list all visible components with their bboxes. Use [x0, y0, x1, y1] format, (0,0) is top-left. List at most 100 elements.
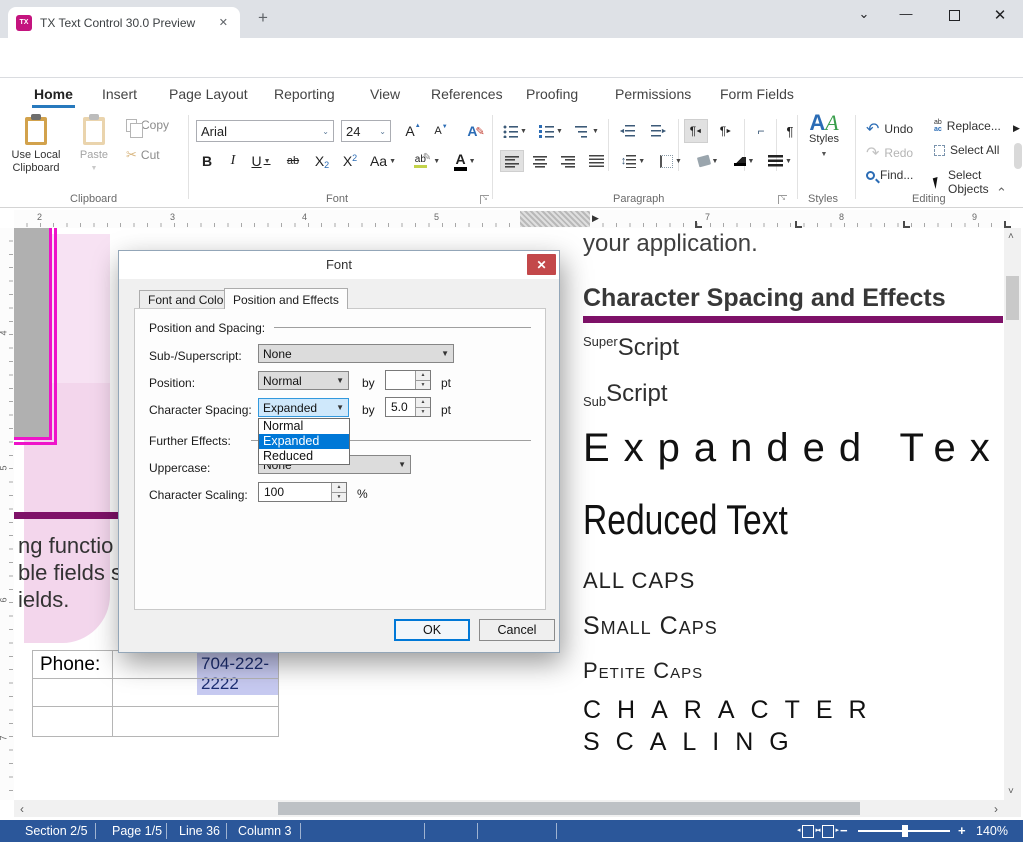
strikethrough-button[interactable]: ab — [280, 150, 306, 172]
dropdown-option-expanded[interactable]: Expanded — [259, 434, 349, 449]
autoformat-button[interactable]: A✎ — [464, 120, 488, 142]
fit-width-icon[interactable] — [822, 825, 834, 838]
left-to-right-button[interactable]: ¶◄ — [684, 119, 708, 143]
spinner-buttons[interactable]: ▲▼ — [331, 483, 346, 501]
align-justify-button[interactable] — [584, 150, 608, 172]
ok-button[interactable]: OK — [394, 619, 470, 641]
dialog-tab-position-effects[interactable]: Position and Effects — [224, 288, 348, 309]
position-dropdown[interactable]: Normal ▼ — [258, 371, 349, 390]
underline-button[interactable]: U▼ — [246, 150, 276, 172]
char-spacing-open-list[interactable]: Normal Expanded Reduced — [258, 418, 350, 465]
font-name-combobox[interactable]: Arial ⌄ — [196, 120, 334, 142]
redo-button[interactable]: ↷ Redo — [866, 143, 913, 163]
highlight-color-button[interactable]: ab✎▼ — [410, 150, 444, 172]
char-spacing-amount-value[interactable]: 5.0 — [386, 398, 415, 416]
vertical-scrollbar[interactable]: ˄ ˅ — [1004, 228, 1021, 800]
dialog-titlebar[interactable]: Font ✕ — [119, 251, 559, 279]
ruler-indent-arrow-icon[interactable]: ▶ — [592, 213, 599, 224]
dropdown-option-reduced[interactable]: Reduced — [259, 449, 349, 464]
fit-page-icon[interactable] — [802, 825, 814, 838]
table-cell[interactable]: 704-222-2222 — [112, 650, 279, 679]
horizontal-scroll-thumb[interactable] — [278, 802, 860, 815]
tab-search-chevron-icon[interactable]: ⌄ — [850, 6, 878, 22]
ribbon-tab-proofing[interactable]: Proofing — [524, 83, 580, 105]
vertical-scroll-thumb[interactable] — [1006, 276, 1019, 320]
status-section[interactable]: Section 2/5 — [25, 824, 88, 838]
window-close-button[interactable]: ✕ — [986, 6, 1014, 24]
shrink-font-button[interactable]: A▼ — [430, 120, 452, 142]
window-minimize-button[interactable]: — — [892, 6, 920, 21]
align-center-button[interactable] — [528, 150, 552, 172]
spinner-buttons[interactable]: ▲▼ — [415, 371, 430, 389]
decrease-indent-button[interactable]: ◄ — [614, 121, 640, 141]
scroll-right-icon[interactable]: › — [994, 802, 998, 816]
ribbon-tab-reporting[interactable]: Reporting — [272, 83, 337, 105]
dialog-tab-font-color[interactable]: Font and Color — [139, 290, 236, 310]
table-cell[interactable] — [32, 706, 113, 737]
select-objects-button[interactable]: Select Objects — [934, 168, 1023, 196]
char-scaling-spinner[interactable]: 100 ▲▼ — [258, 482, 347, 502]
browser-tab[interactable]: TX TX Text Control 30.0 Preview ✕ — [8, 7, 240, 38]
borders-button[interactable]: ▼ — [656, 150, 686, 172]
bullet-list-button[interactable]: ▼ — [500, 121, 530, 141]
scroll-up-icon[interactable]: ˄ — [1008, 231, 1014, 242]
spinner-buttons[interactable]: ▲▼ — [415, 398, 430, 416]
right-to-left-button[interactable]: ¶► — [714, 119, 738, 143]
horizontal-ruler[interactable]: 2 3 4 5 7 8 9 ▶ — [14, 210, 1010, 228]
ribbon-collapse-icon[interactable]: ⌃ — [996, 185, 1007, 201]
new-tab-button[interactable]: + — [258, 8, 268, 28]
ribbon-tab-page-layout[interactable]: Page Layout — [167, 83, 250, 105]
italic-button[interactable]: I — [224, 150, 242, 172]
sub-superscript-dropdown[interactable]: None ▼ — [258, 344, 454, 363]
zoom-slider[interactable] — [858, 830, 950, 832]
bold-button[interactable]: B — [196, 150, 218, 172]
ribbon-tab-form-fields[interactable]: Form Fields — [718, 83, 796, 105]
cancel-button[interactable]: Cancel — [479, 619, 555, 641]
tab-stop-marker[interactable] — [1004, 221, 1011, 228]
change-case-button[interactable]: Aa▼ — [366, 150, 400, 172]
table-cell[interactable] — [112, 678, 279, 707]
copy-button[interactable]: Copy — [126, 118, 169, 132]
border-color-button[interactable]: ▼ — [728, 150, 760, 172]
ribbon-tab-insert[interactable]: Insert — [100, 83, 139, 105]
zoom-level[interactable]: 140% — [976, 824, 1008, 838]
multilevel-list-button[interactable]: ▼ — [572, 121, 602, 141]
ribbon-tab-home[interactable]: Home — [32, 83, 75, 108]
ribbon-tab-permissions[interactable]: Permissions — [613, 83, 693, 105]
tab-close-icon[interactable]: ✕ — [215, 14, 232, 31]
zoom-in-button[interactable]: + — [958, 823, 966, 838]
cut-button[interactable]: ✂ Cut — [126, 147, 160, 163]
styles-button[interactable]: AA Styles ▼ — [796, 114, 852, 190]
char-spacing-amount-spinner[interactable]: 5.0 ▲▼ — [385, 397, 431, 417]
window-maximize-button[interactable] — [949, 10, 960, 21]
char-scaling-value[interactable]: 100 — [259, 483, 331, 501]
font-dialog-launcher-icon[interactable] — [480, 195, 489, 204]
increase-indent-button[interactable]: ► — [646, 121, 672, 141]
ribbon-scroll-handle[interactable] — [1014, 143, 1022, 169]
background-pattern-button[interactable]: ▼ — [764, 150, 796, 172]
align-left-button[interactable] — [500, 150, 524, 172]
scroll-down-icon[interactable]: ˅ — [1008, 786, 1014, 797]
tab-stop-marker[interactable] — [695, 221, 702, 228]
dialog-close-button[interactable]: ✕ — [527, 254, 556, 275]
replace-button[interactable]: abac Replace... — [934, 119, 1001, 133]
paste-button[interactable]: Paste ▼ — [70, 114, 118, 190]
ribbon-tab-view[interactable]: View — [368, 83, 402, 105]
select-all-button[interactable]: Select All — [934, 143, 999, 157]
ribbon-tab-references[interactable]: References — [429, 83, 505, 105]
scroll-left-icon[interactable]: ‹ — [20, 802, 24, 816]
find-button[interactable]: Find... — [866, 168, 913, 182]
phone-table[interactable]: Phone: 704-222-2222 — [32, 650, 278, 737]
vertical-ruler[interactable]: 4 5 6 7 — [0, 228, 14, 800]
align-right-button[interactable] — [556, 150, 580, 172]
dropdown-option-normal[interactable]: Normal — [259, 419, 349, 434]
table-cell[interactable] — [112, 706, 279, 737]
ruler-margin-block[interactable] — [520, 211, 590, 227]
text-break-button[interactable]: ⌐ — [750, 121, 772, 141]
line-spacing-button[interactable]: ↕ ▼ — [616, 150, 650, 172]
shading-button[interactable]: ▼ — [692, 150, 724, 172]
status-line[interactable]: Line 36 — [179, 824, 220, 838]
subscript-button[interactable]: X2 — [310, 150, 334, 172]
char-spacing-dropdown[interactable]: Expanded ▼ — [258, 398, 349, 417]
paragraph-dialog-launcher-icon[interactable] — [778, 195, 787, 204]
